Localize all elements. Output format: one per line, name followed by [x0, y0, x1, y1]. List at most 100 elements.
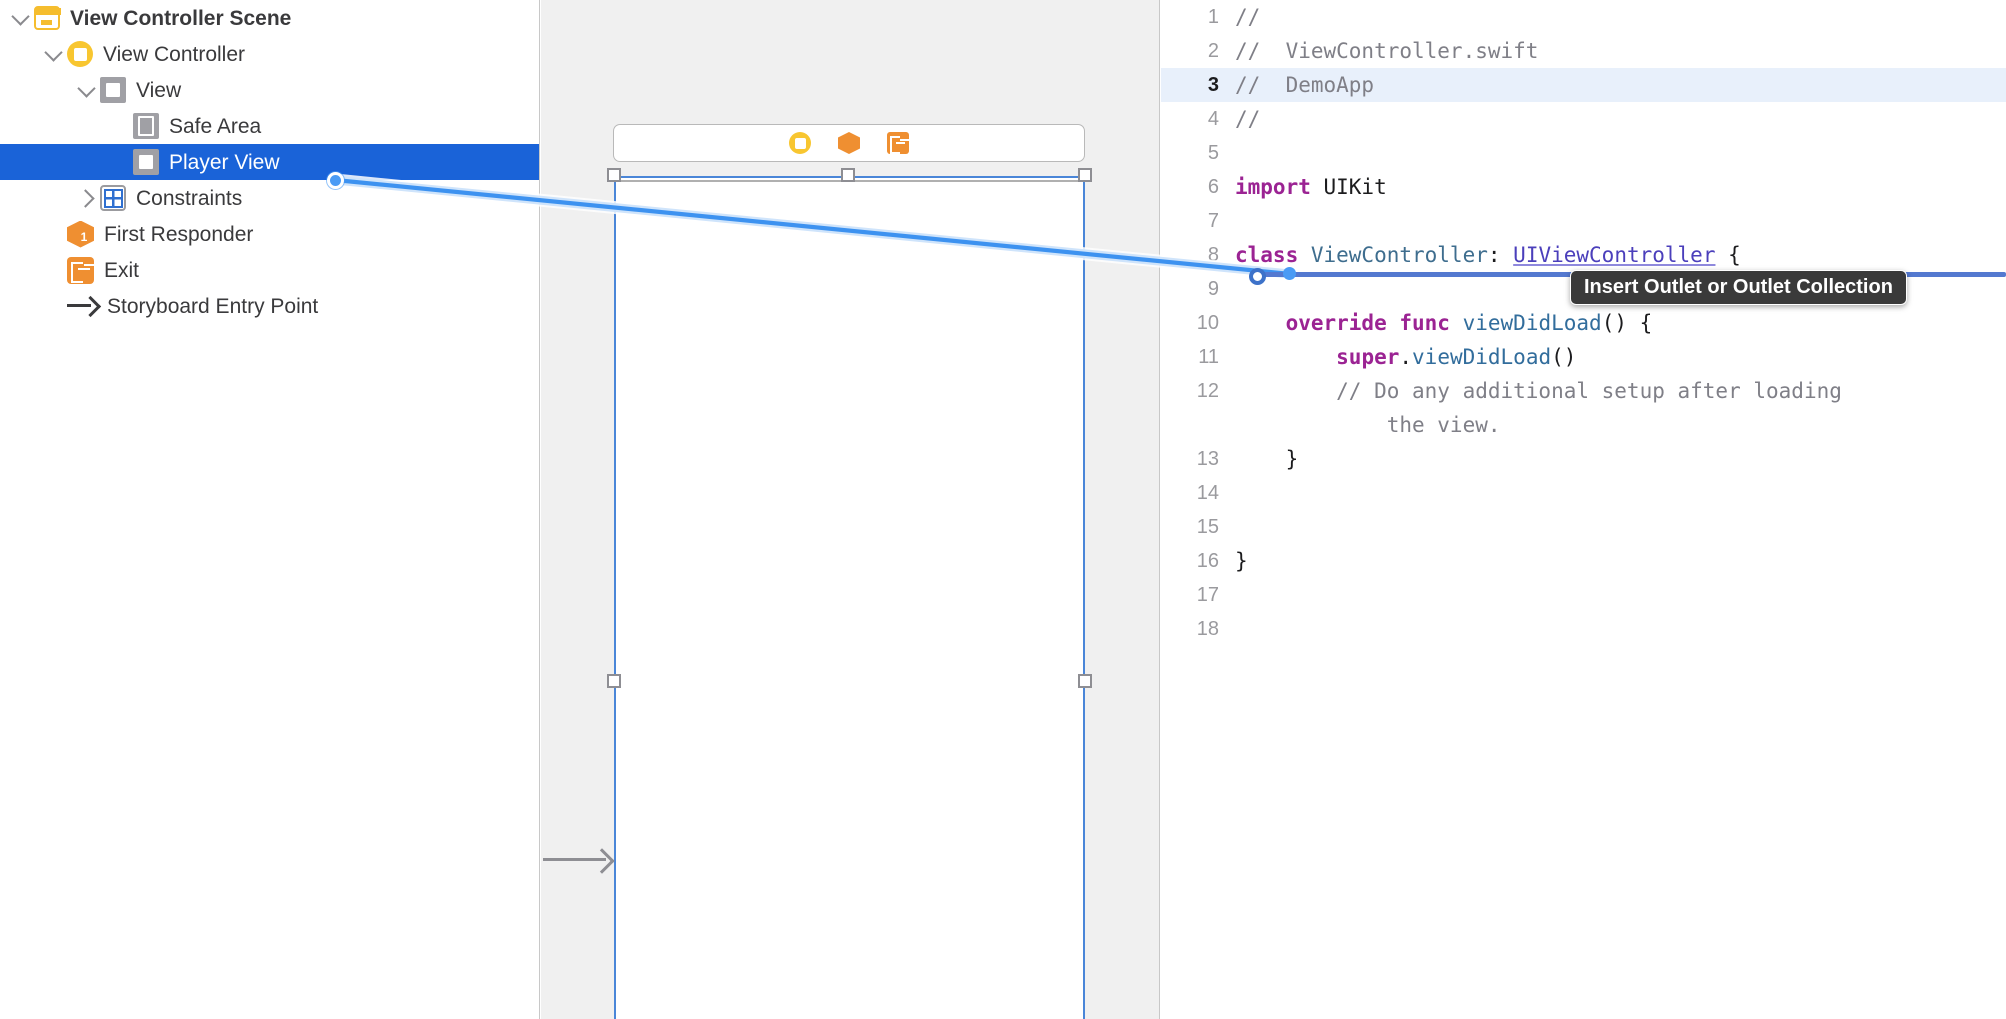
- outline-row-view[interactable]: View: [0, 72, 539, 108]
- line-number: 12: [1196, 380, 1219, 402]
- resize-handle-middle-right[interactable]: [1078, 674, 1092, 688]
- outlet-source-anchor[interactable]: [327, 172, 344, 189]
- resize-handle-top-left[interactable]: [607, 168, 621, 182]
- code-text: override func viewDidLoad() {: [1235, 306, 2006, 340]
- constraints-icon: [100, 185, 126, 211]
- outlet-target-dot: [1283, 267, 1296, 280]
- code-text: //: [1235, 0, 2006, 34]
- line-number: 14: [1196, 482, 1219, 504]
- chevron-down-icon[interactable]: [8, 5, 34, 31]
- code-line-3[interactable]: 3 // DemoApp: [1161, 68, 2006, 102]
- line-number: 7: [1207, 210, 1219, 232]
- outline-tree[interactable]: View Controller Scene View Controller View…: [0, 0, 539, 324]
- code-token: UIViewController: [1513, 243, 1716, 267]
- code-token: // DemoApp: [1235, 73, 1375, 97]
- code-token: viewDidLoad: [1462, 311, 1602, 335]
- code-line-6[interactable]: 6 import UIKit: [1161, 170, 2006, 204]
- code-wrapped-text: the view.: [1235, 413, 1501, 437]
- code-token: // Do any additional setup after loading: [1235, 379, 1842, 403]
- outline-row-label: View Controller Scene: [70, 6, 292, 30]
- code-text: // Do any additional setup after loading…: [1235, 374, 2006, 442]
- outline-row-safe-area[interactable]: Safe Area: [0, 108, 539, 144]
- source-code-editor[interactable]: 1 // 2 // ViewController.swift 3 // DemoApp 4 /…: [1161, 0, 2006, 1019]
- line-number: 4: [1207, 108, 1219, 130]
- code-line-7[interactable]: 7: [1161, 204, 2006, 238]
- code-token: }: [1235, 549, 1248, 573]
- line-number: 1: [1207, 6, 1219, 28]
- code-line-1[interactable]: 1 //: [1161, 0, 2006, 34]
- first-responder-icon[interactable]: [838, 132, 860, 154]
- code-line-14[interactable]: 14: [1161, 476, 2006, 510]
- resize-handle-top-right[interactable]: [1078, 168, 1092, 182]
- outline-row-label: Exit: [104, 258, 140, 282]
- code-line-11[interactable]: 11 super.viewDidLoad(): [1161, 340, 2006, 374]
- outline-row-label: View: [136, 78, 182, 102]
- safe-area-icon: [133, 113, 159, 139]
- code-line-5[interactable]: 5: [1161, 136, 2006, 170]
- chevron-right-icon[interactable]: [74, 185, 100, 211]
- code-text: import UIKit: [1235, 170, 2006, 204]
- outline-row-constraints[interactable]: Constraints: [0, 180, 539, 216]
- outlet-insert-marker[interactable]: [1249, 268, 1266, 285]
- selected-view-canvas[interactable]: [543, 176, 1085, 1019]
- code-token: viewDidLoad: [1412, 345, 1552, 369]
- outline-row-view-controller[interactable]: View Controller: [0, 36, 539, 72]
- chevron-down-icon[interactable]: [74, 77, 100, 103]
- outline-row-label: Storyboard Entry Point: [107, 294, 319, 318]
- line-number: 15: [1196, 516, 1219, 538]
- chevron-down-icon[interactable]: [41, 41, 67, 67]
- outline-row-label: Player View: [169, 150, 280, 174]
- exit-icon[interactable]: [887, 132, 909, 154]
- code-token: {: [1715, 243, 1741, 267]
- code-text: // DemoApp: [1235, 68, 2006, 102]
- line-number: 13: [1196, 448, 1219, 470]
- outline-row-player-view[interactable]: Player View: [0, 144, 539, 180]
- view-controller-icon: [67, 41, 93, 67]
- outline-row-view-controller-scene[interactable]: View Controller Scene: [0, 0, 539, 36]
- code-line-15[interactable]: 15: [1161, 510, 2006, 544]
- resize-handle-top-center[interactable]: [841, 168, 855, 182]
- code-lines[interactable]: 1 // 2 // ViewController.swift 3 // DemoApp 4 /…: [1161, 0, 2006, 646]
- code-line-18[interactable]: 18: [1161, 612, 2006, 646]
- view-controller-icon[interactable]: [789, 132, 811, 154]
- storyboard-canvas[interactable]: [541, 0, 1160, 1019]
- outline-row-storyboard-entry-point[interactable]: Storyboard Entry Point: [0, 288, 539, 324]
- line-number: 9: [1207, 278, 1219, 300]
- view-icon: [100, 77, 126, 103]
- code-text: //: [1235, 102, 2006, 136]
- scene-dock[interactable]: [613, 124, 1085, 162]
- outline-row-first-responder[interactable]: First Responder: [0, 216, 539, 252]
- resize-handle-middle-left[interactable]: [607, 674, 621, 688]
- code-line-17[interactable]: 17: [1161, 578, 2006, 612]
- code-line-12[interactable]: 12 // Do any additional setup after load…: [1161, 374, 2006, 442]
- code-token: :: [1487, 243, 1514, 267]
- outline-row-exit[interactable]: Exit: [0, 252, 539, 288]
- code-token: class: [1235, 243, 1299, 267]
- outline-row-label: Safe Area: [169, 114, 262, 138]
- code-text: }: [1235, 442, 2006, 476]
- code-token: //: [1235, 5, 1261, 29]
- code-token: //: [1235, 107, 1261, 131]
- document-outline-pane[interactable]: View Controller Scene View Controller View…: [0, 0, 540, 1019]
- code-line-2[interactable]: 2 // ViewController.swift: [1161, 34, 2006, 68]
- outline-row-label: Constraints: [136, 186, 243, 210]
- code-line-13[interactable]: 13 }: [1161, 442, 2006, 476]
- line-number: 5: [1207, 142, 1219, 164]
- code-token: () {: [1601, 311, 1653, 335]
- outline-row-label: First Responder: [104, 222, 254, 246]
- line-number: 16: [1196, 550, 1219, 572]
- code-line-10[interactable]: 10 override func viewDidLoad() {: [1161, 306, 2006, 340]
- code-line-16[interactable]: 16}: [1161, 544, 2006, 578]
- xcode-interface-builder-window: View Controller Scene View Controller View…: [0, 0, 2006, 1019]
- code-token: // ViewController.swift: [1235, 39, 1539, 63]
- code-line-4[interactable]: 4 //: [1161, 102, 2006, 136]
- insert-outlet-tooltip: Insert Outlet or Outlet Collection: [1570, 270, 1907, 305]
- code-token: import: [1235, 175, 1311, 199]
- line-number: 17: [1196, 584, 1219, 606]
